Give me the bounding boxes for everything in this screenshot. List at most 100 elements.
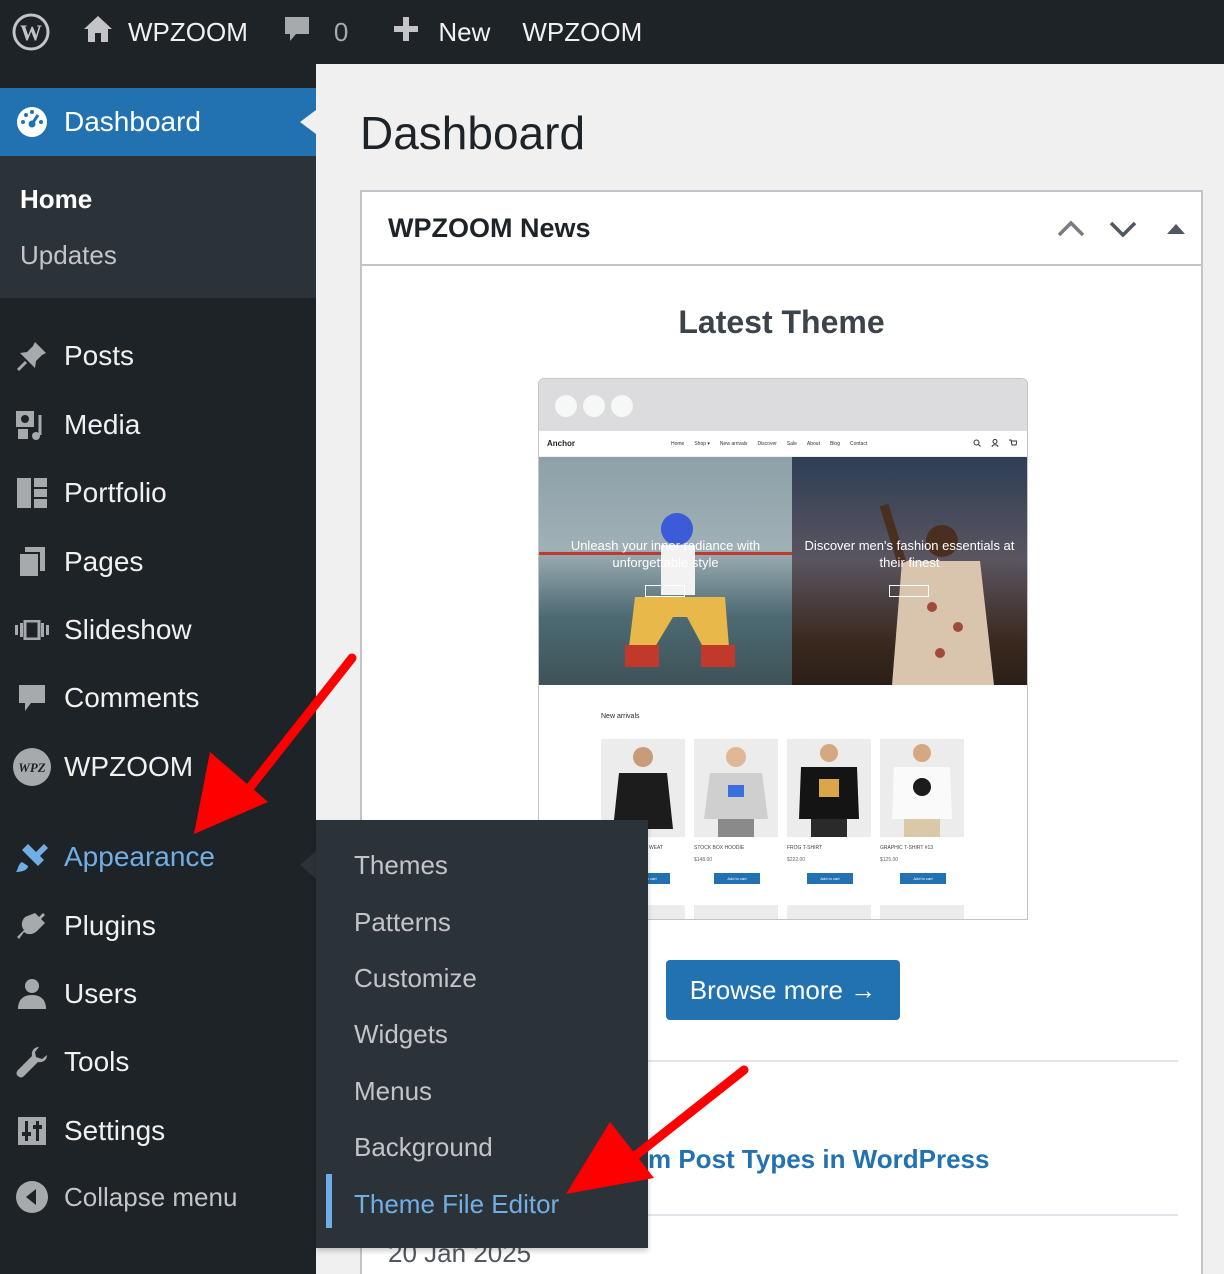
sidebar-item-media[interactable]: Media xyxy=(0,395,316,455)
product-name: GRAPHIC T-SHIRT #13 xyxy=(880,845,934,851)
product-image xyxy=(787,905,871,919)
flyout-hover-indicator xyxy=(326,1174,332,1228)
paintbrush-icon xyxy=(0,840,64,874)
flyout-item-widgets[interactable]: Widgets xyxy=(354,1019,448,1050)
add-to-cart-button: Add to cart xyxy=(900,873,946,884)
product-name: FROG T-SHIRT xyxy=(787,845,823,851)
svg-text:WPZ: WPZ xyxy=(18,760,46,775)
product-name: STOCK BOX HOODIE xyxy=(694,845,745,851)
browse-more-button[interactable]: Browse more → xyxy=(666,960,900,1020)
browser-chrome xyxy=(539,379,1027,431)
current-indicator xyxy=(300,110,316,134)
preview-nav-icons xyxy=(973,439,1017,447)
sidebar-item-settings[interactable]: Settings xyxy=(0,1101,316,1161)
collapse-menu-button[interactable]: Collapse menu xyxy=(0,1167,316,1227)
hero-right-text: Discover men's fashion essentials at the… xyxy=(804,538,1015,570)
wpzoom-adminbar-link[interactable]: WPZOOM xyxy=(522,0,642,64)
wpzoom-adminbar-label: WPZOOM xyxy=(522,16,643,47)
settings-icon xyxy=(0,1115,64,1147)
new-label: New xyxy=(438,16,491,47)
sidebar-item-label: Tools xyxy=(64,1046,130,1077)
site-name-link[interactable]: WPZOOM xyxy=(82,0,248,64)
slideshow-icon xyxy=(0,620,64,640)
pages-icon xyxy=(0,545,64,579)
sidebar-item-plugins[interactable]: Plugins xyxy=(0,896,316,956)
window-dot xyxy=(583,395,605,417)
product-price: $222.00 xyxy=(787,857,806,863)
new-content-link[interactable]: New xyxy=(392,0,490,64)
flyout-item-customize[interactable]: Customize xyxy=(354,963,477,994)
product-name: WEAT xyxy=(649,845,664,851)
sidebar-item-label: Comments xyxy=(64,682,200,713)
sidebar-item-posts[interactable]: Posts xyxy=(0,326,316,386)
hero-right-button xyxy=(889,585,930,597)
pushpin-icon xyxy=(0,339,64,373)
preview-nav-link: New arrivals xyxy=(719,440,748,447)
preview-hero: Unleash your inner radiance with unforge… xyxy=(539,457,1027,685)
sidebar-item-pages[interactable]: Pages xyxy=(0,532,316,592)
product-price: $125.00 xyxy=(880,857,899,863)
sidebar-item-label: Dashboard xyxy=(64,106,201,137)
user-icon xyxy=(0,977,64,1011)
latest-theme-heading: Latest Theme xyxy=(678,304,885,340)
product-price: $148.00 xyxy=(694,857,713,863)
hero-image-left: Unleash your inner radiance with unforge… xyxy=(539,457,793,685)
preview-nav-link: Shop ▾ xyxy=(694,440,710,447)
sidebar-item-slideshow[interactable]: Slideshow xyxy=(0,600,316,660)
comment-icon xyxy=(0,682,64,714)
wordpress-logo-icon[interactable]: W xyxy=(0,0,62,64)
preview-nav-link: Blog xyxy=(829,440,840,447)
flyout-item-themes[interactable]: Themes xyxy=(354,850,448,881)
home-icon xyxy=(82,14,114,51)
sidebar-item-wpzoom[interactable]: WPZ WPZOOM xyxy=(0,737,316,797)
sidebar-item-comments[interactable]: Comments xyxy=(0,668,316,728)
sidebar-item-appearance[interactable]: Appearance xyxy=(0,827,316,887)
toggle-panel-icon[interactable] xyxy=(1164,214,1188,249)
portfolio-icon xyxy=(0,476,64,510)
flyout-item-menus[interactable]: Menus xyxy=(354,1076,432,1107)
sidebar-item-label: WPZOOM xyxy=(64,751,194,782)
move-up-icon[interactable] xyxy=(1056,214,1086,249)
news-article-link[interactable]: m Post Types in WordPress xyxy=(648,1144,989,1175)
model-figure xyxy=(879,503,994,685)
new-arrivals-label: New arrivals xyxy=(601,713,640,720)
flyout-item-patterns[interactable]: Patterns xyxy=(354,907,451,938)
hero-left-text: Unleash your inner radiance with unforge… xyxy=(570,538,761,570)
preview-nav-link: Discover xyxy=(757,440,777,447)
admin-sidebar: Dashboard Home Updates Posts Media Portf… xyxy=(0,64,316,1274)
dashboard-gauge-icon xyxy=(0,105,64,139)
comments-count: 0 xyxy=(333,16,349,47)
add-to-cart-button: Add to cart xyxy=(714,873,760,884)
window-dot xyxy=(611,395,633,417)
flyout-item-background[interactable]: Background xyxy=(354,1132,493,1163)
sidebar-item-label: Appearance xyxy=(64,841,216,872)
preview-nav-links: Home Shop ▾ New arrivals Discover Sale A… xyxy=(671,441,867,447)
submenu-item-updates[interactable]: Updates xyxy=(20,240,117,271)
collapse-menu-label: Collapse menu xyxy=(64,1181,238,1212)
sidebar-item-label: Slideshow xyxy=(64,614,192,645)
move-down-icon[interactable] xyxy=(1108,214,1138,249)
sidebar-item-portfolio[interactable]: Portfolio xyxy=(0,463,316,523)
preview-nav-link: About xyxy=(806,440,820,447)
widget-header: WPZOOM News xyxy=(362,192,1201,266)
sidebar-item-dashboard[interactable]: Dashboard xyxy=(0,88,316,156)
flyout-item-theme-file-editor[interactable]: Theme File Editor xyxy=(354,1189,559,1220)
sidebar-item-label: Plugins xyxy=(64,910,156,941)
sidebar-item-users[interactable]: Users xyxy=(0,964,316,1024)
preview-nav-link: Sale xyxy=(786,440,797,447)
cart-icon xyxy=(1009,439,1017,446)
sidebar-item-tools[interactable]: Tools xyxy=(0,1032,316,1092)
account-icon xyxy=(991,439,999,447)
plugin-icon xyxy=(0,909,64,943)
search-icon xyxy=(973,439,981,447)
preview-site-nav: Anchor Home Shop ▾ New arrivals Discover… xyxy=(539,431,1027,457)
comment-bubble-icon xyxy=(282,14,312,51)
product-image xyxy=(787,739,871,837)
comments-link[interactable]: 0 xyxy=(282,0,348,64)
sidebar-item-label: Posts xyxy=(64,340,135,371)
preview-nav-link: Home xyxy=(671,440,685,447)
appearance-flyout-submenu: Themes Patterns Customize Widgets Menus … xyxy=(316,820,648,1248)
preview-site-logo: Anchor xyxy=(547,439,575,448)
window-dot xyxy=(555,395,577,417)
submenu-item-home[interactable]: Home xyxy=(20,184,92,215)
